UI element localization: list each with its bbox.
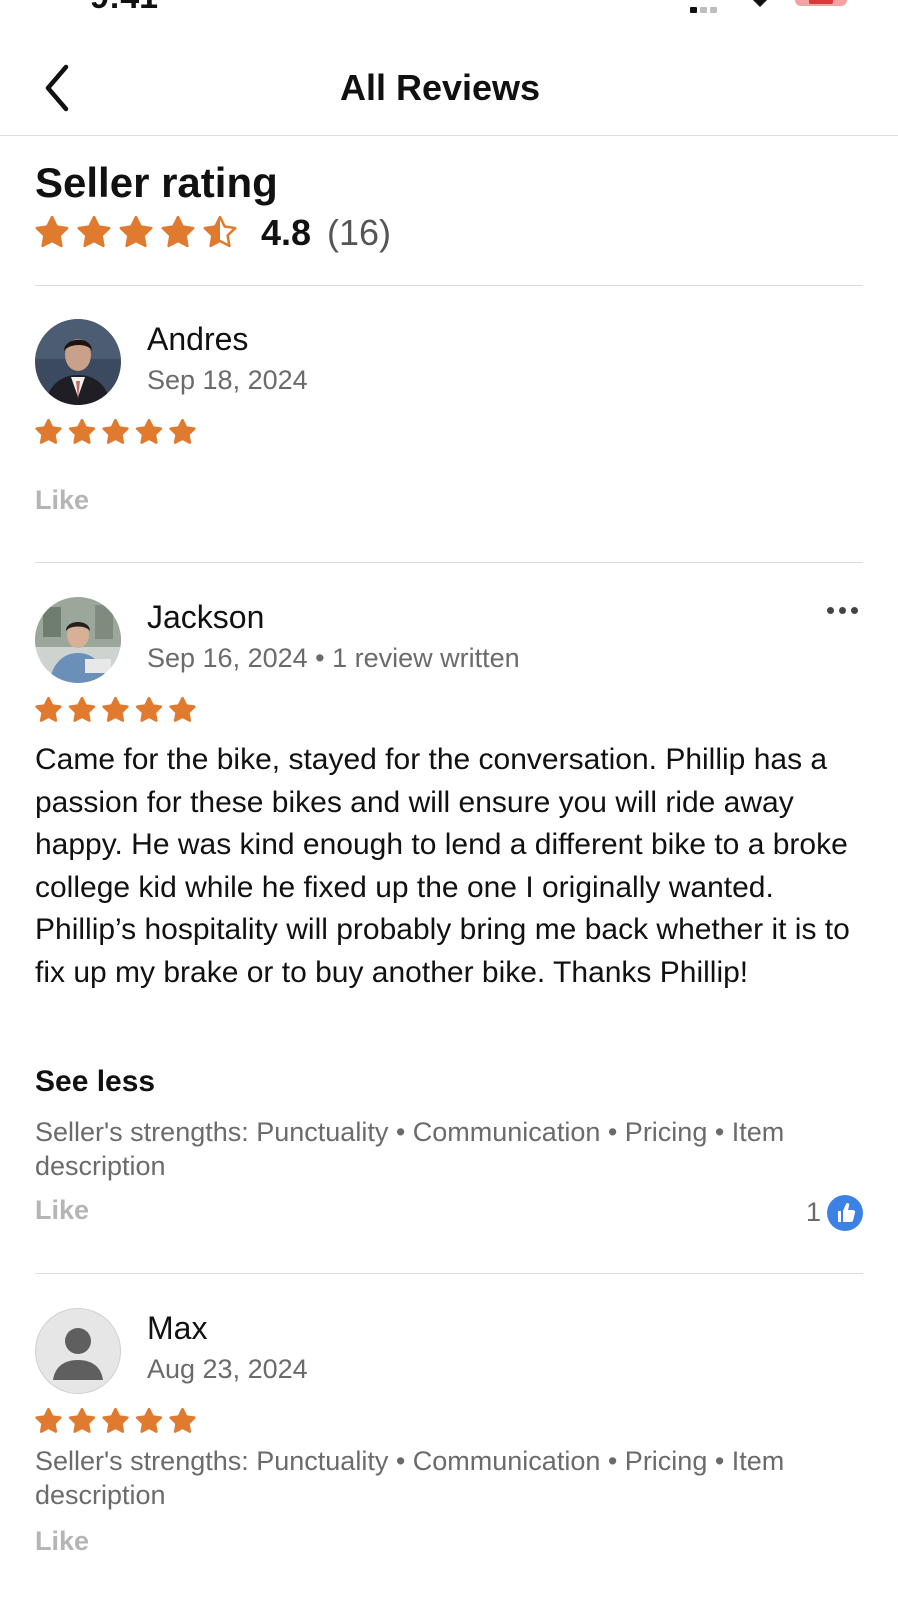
star-icon — [135, 419, 163, 444]
reviewer-name: Jackson — [147, 599, 265, 635]
star-icon — [35, 697, 62, 722]
reviewer-name: Max — [147, 1310, 208, 1346]
rating-summary: Seller rating 4.8 (16) — [35, 158, 865, 253]
star-icon — [102, 697, 129, 722]
avatar[interactable] — [35, 319, 121, 405]
like-button[interactable]: Like — [35, 1195, 89, 1226]
thumbs-up-icon — [827, 1195, 863, 1231]
status-bar: 9:41 — [0, 0, 898, 22]
default-avatar-icon — [53, 1328, 103, 1380]
signal-icon — [690, 0, 732, 13]
like-count-number: 1 — [805, 1197, 821, 1227]
review-date: Aug 23, 2024 — [147, 1354, 308, 1384]
star-icon — [102, 419, 129, 444]
status-time: 9:41 — [90, 0, 158, 17]
divider — [35, 1273, 863, 1274]
star-icon — [68, 1408, 96, 1433]
star-icon — [35, 419, 62, 444]
review-date: Sep 18, 2024 — [147, 365, 308, 395]
battery-icon — [795, 0, 847, 6]
review-card: Andres Sep 18, 2024 Like — [35, 319, 863, 529]
rating-count: (16) — [327, 212, 392, 253]
reviewer-name: Andres — [147, 321, 249, 357]
star-icon — [161, 216, 195, 248]
star-icon — [119, 216, 153, 248]
review-stars — [35, 1408, 196, 1433]
star-icon — [102, 1408, 129, 1433]
star-icon — [169, 1408, 196, 1433]
star-icon — [135, 1408, 163, 1433]
see-less-button[interactable]: See less — [35, 1065, 155, 1099]
rating-stars — [35, 216, 237, 248]
star-icon — [77, 216, 111, 248]
nav-bar: All Reviews — [0, 45, 898, 136]
seller-strengths: Seller's strengths: Punctuality • Commun… — [35, 1446, 785, 1510]
star-icon — [68, 697, 96, 722]
summary-title: Seller rating — [35, 159, 278, 206]
divider — [35, 562, 863, 563]
like-button[interactable]: Like — [35, 485, 89, 516]
review-text: Came for the bike, stayed for the conver… — [35, 743, 850, 989]
seller-strengths: Seller's strengths: Punctuality • Commun… — [35, 1117, 785, 1181]
avatar[interactable] — [35, 1308, 121, 1394]
star-icon — [169, 419, 196, 444]
star-icon — [135, 697, 163, 722]
review-stars — [35, 419, 196, 444]
star-icon — [35, 1408, 62, 1433]
divider — [35, 285, 863, 286]
review-card: Jackson Sep 16, 2024 • 1 review written … — [35, 597, 863, 1237]
more-options-button[interactable] — [823, 601, 863, 621]
star-icon — [169, 697, 196, 722]
like-button[interactable]: Like — [35, 1526, 89, 1557]
review-card: Max Aug 23, 2024 Seller's strengths: Pun… — [35, 1308, 863, 1600]
ellipsis-icon — [827, 607, 834, 614]
review-stars — [35, 697, 196, 722]
page-title: All Reviews — [339, 67, 541, 108]
like-count[interactable]: 1 — [773, 1195, 863, 1231]
wifi-icon — [753, 0, 767, 7]
rating-value: 4.8 — [261, 212, 312, 253]
review-meta: Sep 16, 2024 • 1 review written — [147, 643, 520, 673]
star-icon — [35, 216, 69, 248]
avatar[interactable] — [35, 597, 121, 683]
star-icon — [68, 419, 96, 444]
summary-rating-row: 4.8 (16) — [35, 210, 865, 254]
